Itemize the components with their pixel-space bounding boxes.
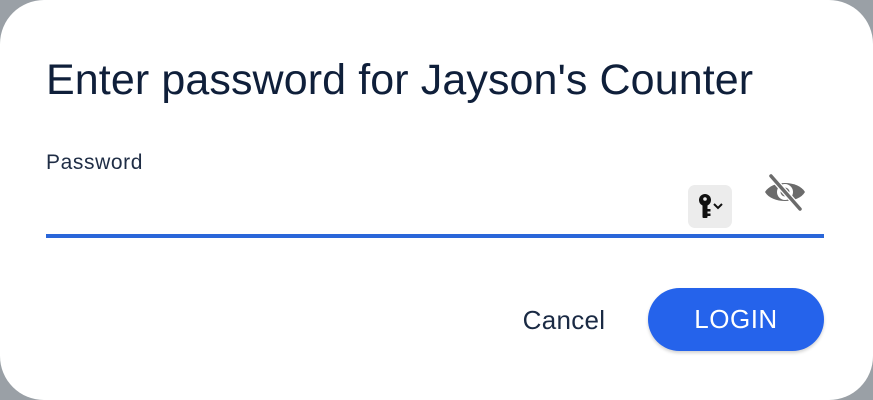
password-label: Password (46, 151, 144, 174)
password-underline (46, 234, 824, 238)
password-input[interactable] (46, 186, 676, 230)
password-manager-button[interactable] (688, 185, 732, 228)
password-dialog: Enter password for Jayson's Counter Pass… (0, 0, 873, 400)
cancel-button[interactable]: Cancel (506, 296, 622, 344)
key-icon (699, 193, 723, 218)
dialog-title: Enter password for Jayson's Counter (46, 56, 754, 104)
eye-off-icon (765, 174, 805, 211)
toggle-visibility-button[interactable] (759, 168, 811, 216)
login-button[interactable]: LOGIN (648, 288, 824, 351)
